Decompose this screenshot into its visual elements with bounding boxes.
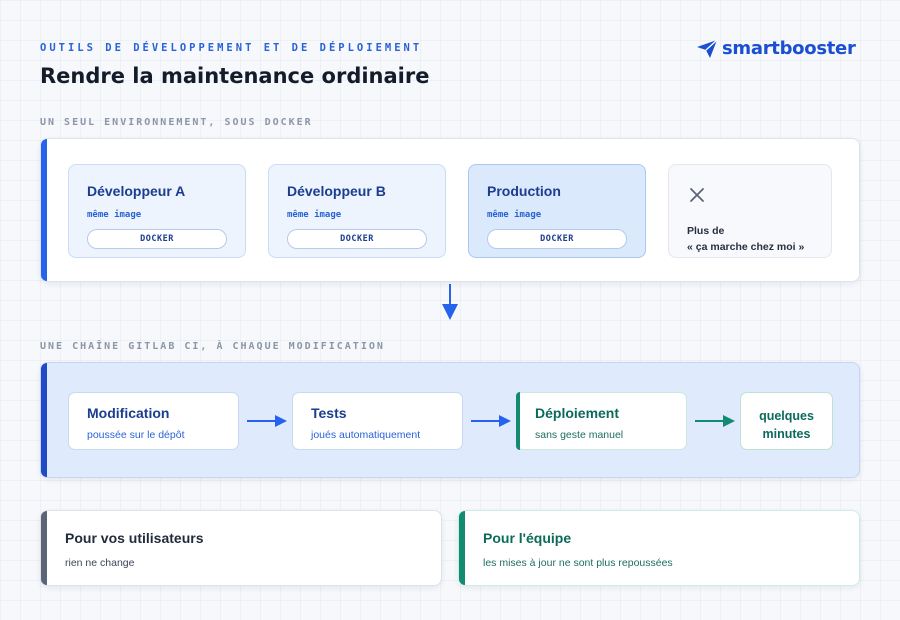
env-card-subtitle: même image [487, 210, 542, 220]
outcome-accent [459, 511, 465, 585]
step-modification: Modification poussée sur le dépôt [68, 392, 239, 450]
step-title: Modification [87, 405, 170, 421]
outcome-title: Pour l'équipe [483, 530, 572, 546]
docker-panel-accent [41, 139, 47, 281]
outcome-card-users: Pour vos utilisateurs rien ne change [40, 510, 442, 586]
step-subtitle: joués automatiquement [311, 429, 421, 441]
step-subtitle: poussée sur le dépôt [87, 429, 185, 441]
outcome-accent [41, 511, 47, 585]
env-card-developer-a: Développeur A même image DOCKER [68, 164, 246, 258]
arrow-down-icon [442, 284, 458, 320]
env-card-subtitle: même image [87, 210, 142, 220]
page-eyebrow: OUTILS DE DÉVELOPPEMENT ET DE DÉPLOIEMEN… [40, 42, 423, 54]
env-card-developer-b: Développeur B même image DOCKER [268, 164, 446, 258]
arrow-right-icon [695, 415, 735, 427]
env-card-title: Développeur A [87, 183, 186, 199]
ci-section-label: UNE CHAÎNE GITLAB CI, À CHAQUE MODIFICAT… [40, 341, 385, 352]
docker-panel: Développeur A même image DOCKER Développ… [40, 138, 860, 282]
no-more-works-on-my-machine-card: Plus de « ça marche chez moi » [668, 164, 832, 258]
docker-badge: DOCKER [287, 229, 427, 249]
step-tests: Tests joués automatiquement [292, 392, 463, 450]
page-title: Rendre la maintenance ordinaire [40, 64, 430, 88]
env-card-title: Développeur B [287, 183, 386, 199]
outcome-subtitle: les mises à jour ne sont plus repoussées [483, 557, 673, 569]
arrow-right-icon [471, 415, 511, 427]
step-title: Tests [311, 405, 347, 421]
ci-panel-accent [41, 363, 47, 477]
no-more-line-1: Plus de [687, 225, 725, 237]
result-line-2: minutes [762, 427, 811, 441]
step-subtitle: sans geste manuel [535, 429, 624, 441]
no-more-line-2: « ça marche chez moi » [687, 241, 805, 253]
result-duration: quelques minutes [740, 392, 833, 450]
brand-name: smartbooster [722, 38, 856, 59]
arrow-right-icon [247, 415, 287, 427]
paper-plane-icon [697, 38, 718, 58]
env-card-subtitle: même image [287, 210, 342, 220]
outcome-subtitle: rien ne change [65, 557, 135, 569]
step-deployment: Déploiement sans geste manuel [516, 392, 687, 450]
step-accent [516, 392, 520, 450]
outcome-card-team: Pour l'équipe les mises à jour ne sont p… [458, 510, 860, 586]
outcome-title: Pour vos utilisateurs [65, 530, 204, 546]
step-title: Déploiement [535, 405, 620, 421]
result-line-1: quelques [759, 409, 814, 423]
docker-badge: DOCKER [87, 229, 227, 249]
env-card-title: Production [487, 183, 561, 199]
close-icon [690, 188, 704, 202]
ci-panel: Modification poussée sur le dépôt Tests … [40, 362, 860, 478]
brand-logo[interactable]: smartbooster [696, 38, 856, 59]
docker-section-label: UN SEUL ENVIRONNEMENT, SOUS DOCKER [40, 117, 313, 128]
docker-badge: DOCKER [487, 229, 627, 249]
env-card-production: Production même image DOCKER [468, 164, 646, 258]
